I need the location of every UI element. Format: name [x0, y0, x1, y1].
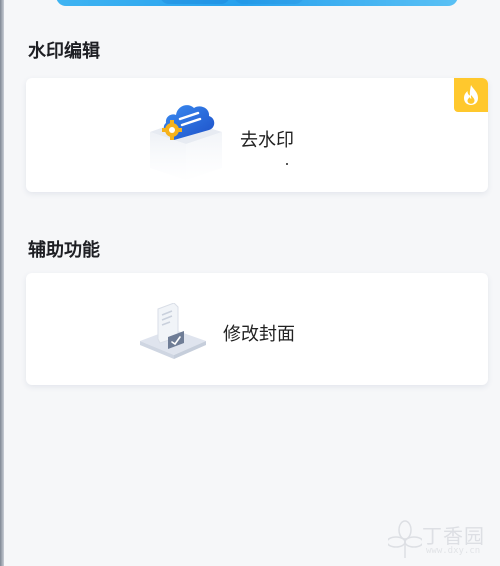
- watermark-url: www.dxy.cn: [426, 546, 481, 556]
- hot-badge: [454, 78, 488, 112]
- edit-cover-card[interactable]: 修改封面: [26, 273, 488, 385]
- indicator-dot: [286, 163, 288, 165]
- flower-logo-icon: [388, 520, 422, 558]
- document-cover-icon: [140, 303, 206, 359]
- section-title-watermark-edit: 水印编辑: [28, 41, 100, 62]
- flame-icon: [464, 85, 478, 105]
- banner-tab-shade: [160, 0, 230, 4]
- watermark-text: 丁香园: [422, 524, 485, 548]
- remove-watermark-label: 去水印: [240, 130, 294, 151]
- section-title-auxiliary: 辅助功能: [28, 240, 100, 261]
- window-left-edge: [0, 0, 4, 566]
- top-banner[interactable]: [56, 0, 458, 6]
- edit-cover-label: 修改封面: [223, 324, 295, 345]
- banner-tab-shade: [234, 0, 304, 4]
- dxy-watermark: 丁香园 www.dxy.cn: [388, 518, 496, 564]
- cloud-stamp-icon: [150, 105, 222, 180]
- remove-watermark-card[interactable]: 去水印: [26, 78, 488, 192]
